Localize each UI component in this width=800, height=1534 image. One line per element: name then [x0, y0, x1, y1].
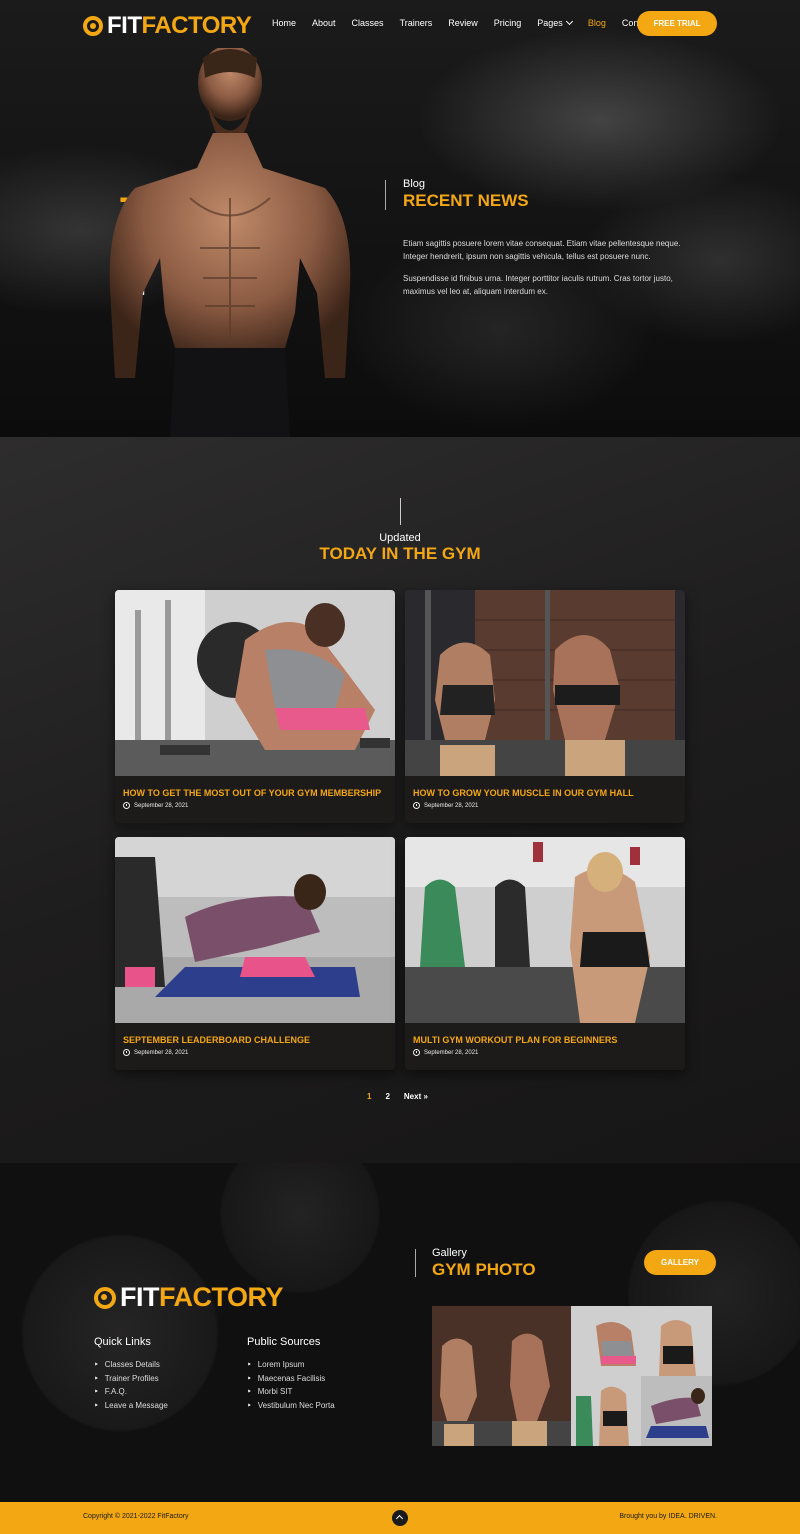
hero-paragraph-1: Etiam sagittis posuere lorem vitae conse…	[403, 239, 681, 261]
next-page-link[interactable]: Next »	[404, 1092, 428, 1101]
logo-text-fit: FIT	[107, 12, 142, 39]
hero-athlete-image	[109, 48, 351, 437]
clock-icon	[123, 1049, 130, 1056]
source-link-item[interactable]: Maecenas Facilisis	[247, 1372, 335, 1386]
quick-link-item[interactable]: Classes Details	[94, 1358, 168, 1372]
quick-links-list: Classes Details Trainer Profiles F.A.Q. …	[94, 1358, 168, 1412]
gallery-photo-group[interactable]	[571, 1376, 641, 1446]
blog-section: Updated TODAY IN THE GYM HOW TO GET THE …	[0, 437, 800, 1163]
logo-text-factory: FACTORY	[141, 12, 252, 39]
post-date-text: September 28, 2021	[134, 802, 189, 809]
hero-section: T TH M FIT FACTORY Home About Classes Tr…	[0, 0, 800, 437]
logo-text-fit: FIT	[120, 1282, 160, 1312]
post-date: September 28, 2021	[413, 802, 478, 809]
brand-logo[interactable]: FIT FACTORY	[83, 12, 252, 40]
gallery-divider	[415, 1249, 416, 1277]
post-image-plank[interactable]	[115, 837, 395, 1023]
post-title[interactable]: HOW TO GROW YOUR MUSCLE IN OUR GYM HALL	[413, 788, 634, 798]
page-2-link[interactable]: 2	[385, 1092, 389, 1101]
quick-links-title: Quick Links	[94, 1336, 151, 1348]
logo-text-factory: FACTORY	[159, 1282, 284, 1312]
nav-link-home[interactable]: Home	[272, 18, 296, 28]
post-date-text: September 28, 2021	[134, 1049, 189, 1056]
nav-link-classes[interactable]: Classes	[352, 18, 384, 28]
main-nav: FIT FACTORY Home About Classes Trainers …	[0, 0, 800, 48]
public-sources-list: Lorem Ipsum Maecenas Facilisis Morbi SIT…	[247, 1358, 335, 1412]
hero-subtitle: Blog	[403, 178, 426, 190]
nav-link-trainers[interactable]: Trainers	[400, 18, 433, 28]
footer-logo[interactable]: FIT FACTORY	[94, 1282, 284, 1313]
nav-links: Home About Classes Trainers Review Prici…	[272, 17, 669, 28]
blog-title: TODAY IN THE GYM	[319, 544, 481, 563]
source-link-item[interactable]: Lorem Ipsum	[247, 1358, 335, 1372]
post-title[interactable]: HOW TO GET THE MOST OUT OF YOUR GYM MEMB…	[123, 788, 381, 798]
gallery-photo-dumbbell[interactable]	[571, 1306, 641, 1376]
nav-link-pages-label: Pages	[537, 18, 563, 28]
hero-paragraph-2: Suspendisse id finibus urna. Integer por…	[403, 274, 673, 296]
hero-title: RECENT NEWS	[403, 191, 529, 210]
pagination: 1 2 Next »	[367, 1092, 442, 1101]
section-divider	[400, 498, 401, 525]
post-date: September 28, 2021	[123, 1049, 188, 1056]
quick-link-item[interactable]: Trainer Profiles	[94, 1372, 168, 1386]
source-link-item[interactable]: Morbi SIT	[247, 1385, 335, 1399]
heading-divider	[385, 180, 386, 210]
logo-ring-icon	[83, 16, 103, 36]
gallery-button[interactable]: GALLERY	[644, 1250, 716, 1275]
post-date-text: September 28, 2021	[424, 802, 479, 809]
post-card[interactable]: SEPTEMBER LEADERBOARD CHALLENGE Septembe…	[115, 837, 395, 1070]
nav-link-pricing[interactable]: Pricing	[494, 18, 522, 28]
post-image-dumbbell-woman[interactable]	[115, 590, 395, 776]
logo-ring-icon	[94, 1286, 116, 1309]
scroll-to-top-icon[interactable]	[392, 1510, 408, 1526]
post-card[interactable]: HOW TO GET THE MOST OUT OF YOUR GYM MEMB…	[115, 590, 395, 823]
clock-icon	[413, 802, 420, 809]
post-image-box-jump[interactable]	[405, 590, 685, 776]
gallery-photo-plank[interactable]	[641, 1376, 712, 1446]
bottom-bar: Copyright © 2021-2022 FitFactory Brought…	[0, 1502, 800, 1534]
nav-link-blog[interactable]: Blog	[588, 18, 606, 28]
gallery-title: GYM PHOTO	[432, 1260, 536, 1279]
public-sources-title: Public Sources	[247, 1336, 321, 1348]
gallery-photo-workout[interactable]	[641, 1306, 712, 1376]
free-trial-button[interactable]: FREE TRIAL	[637, 11, 717, 36]
nav-link-pages[interactable]: Pages	[537, 17, 573, 28]
gallery-subtitle: Gallery	[432, 1247, 467, 1259]
source-link-item[interactable]: Vestibulum Nec Porta	[247, 1399, 335, 1413]
quick-link-item[interactable]: Leave a Message	[94, 1399, 168, 1413]
post-card[interactable]: HOW TO GROW YOUR MUSCLE IN OUR GYM HALL …	[405, 590, 685, 823]
nav-link-review[interactable]: Review	[448, 18, 478, 28]
post-image-group-workout[interactable]	[405, 837, 685, 1023]
post-date: September 28, 2021	[413, 1049, 478, 1056]
quick-link-item[interactable]: F.A.Q.	[94, 1385, 168, 1399]
copyright-text: Copyright © 2021-2022 FitFactory	[83, 1513, 189, 1520]
blog-subtitle: Updated	[379, 532, 421, 544]
post-date-text: September 28, 2021	[424, 1049, 479, 1056]
gallery-photo-box-jump[interactable]	[432, 1306, 571, 1446]
nav-link-about[interactable]: About	[312, 18, 336, 28]
post-card[interactable]: MULTI GYM WORKOUT PLAN FOR BEGINNERS Sep…	[405, 837, 685, 1070]
post-title[interactable]: SEPTEMBER LEADERBOARD CHALLENGE	[123, 1035, 310, 1045]
post-title[interactable]: MULTI GYM WORKOUT PLAN FOR BEGINNERS	[413, 1035, 617, 1045]
clock-icon	[123, 802, 130, 809]
credit-text: Brought you by IDEA. DRIVEN.	[619, 1513, 717, 1520]
footer: FIT FACTORY Quick Links Classes Details …	[0, 1163, 800, 1502]
post-date: September 28, 2021	[123, 802, 188, 809]
page-1-link[interactable]: 1	[367, 1092, 371, 1101]
chevron-down-icon	[565, 17, 573, 26]
clock-icon	[413, 1049, 420, 1056]
